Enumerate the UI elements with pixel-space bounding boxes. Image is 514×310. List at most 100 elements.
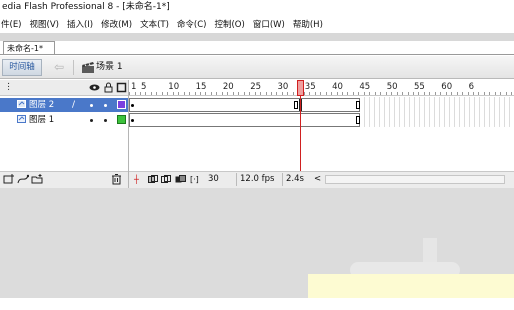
ruler-tick (134, 92, 136, 95)
menu-modify[interactable]: 修改(M) (101, 18, 132, 30)
add-motion-guide-icon[interactable] (17, 173, 30, 186)
scroll-left-arrow[interactable]: < (314, 173, 321, 186)
playhead[interactable] (297, 80, 304, 96)
ruler-tick (139, 92, 141, 95)
keyframe[interactable] (131, 119, 134, 122)
empty-frame-grid[interactable] (360, 97, 514, 127)
ruler-tick (271, 92, 272, 95)
ruler-tick (336, 92, 338, 95)
ruler-tick (473, 92, 474, 95)
ruler-tick (374, 92, 376, 95)
menu-control[interactable]: 控制(O) (214, 18, 244, 30)
ruler-tick (243, 92, 245, 95)
lock-dot[interactable] (104, 104, 107, 107)
menu-insert[interactable]: 插入(I) (67, 18, 93, 30)
clapperboard-icon (81, 61, 95, 74)
keyframe[interactable] (131, 104, 134, 107)
horizontal-scrollbar[interactable] (325, 175, 505, 184)
ruler-tick (227, 92, 229, 95)
ruler-tick (331, 92, 332, 95)
layer-color-swatch[interactable] (117, 115, 126, 124)
ruler-tick (172, 92, 174, 95)
ruler-tick (363, 92, 365, 95)
menu-file[interactable]: 件(E) (1, 18, 22, 30)
eye-icon[interactable] (89, 82, 100, 93)
layer-list-empty (0, 128, 128, 171)
visibility-dot[interactable] (90, 104, 93, 107)
ruler-tick (347, 92, 349, 95)
stage-canvas[interactable] (308, 274, 514, 298)
ruler-tick (216, 92, 218, 95)
ruler-tick (434, 92, 436, 95)
ruler-tick (309, 92, 311, 95)
frame-rate[interactable]: 12.0 fps (236, 173, 279, 186)
stage-bottom-edge (0, 298, 514, 310)
ruler-label: 45 (359, 82, 371, 92)
arrow-left-icon[interactable]: ⇦ (51, 58, 67, 76)
ruler-tick (494, 92, 496, 95)
layer-name[interactable]: 图层 2 (29, 98, 54, 112)
ruler-tick (467, 92, 469, 95)
ruler-tick (358, 92, 360, 95)
menu-help[interactable]: 帮助(H) (293, 18, 323, 30)
insert-folder-icon[interactable] (31, 173, 43, 186)
visibility-dot[interactable] (90, 119, 93, 122)
pencil-icon: / (72, 100, 76, 110)
ruler-label: 6 (468, 82, 475, 92)
menu-window[interactable]: 窗口(W) (253, 18, 285, 30)
layer-row-1[interactable]: 图层 1 (0, 113, 128, 127)
timeline-toggle-button[interactable]: 时间轴 (2, 59, 42, 76)
ruler-tick (145, 92, 147, 95)
frame-span[interactable] (129, 113, 360, 127)
center-frame-icon[interactable]: ┼ (134, 174, 139, 185)
ruler-label: 25 (250, 82, 262, 92)
ruler-tick (396, 92, 398, 95)
onion-skin-icon[interactable] (148, 174, 159, 185)
ruler-tick (412, 92, 414, 95)
ruler-tick (249, 92, 251, 95)
ruler-tick (341, 92, 343, 95)
frame-span[interactable] (129, 98, 360, 112)
layer-name[interactable]: 图层 1 (29, 113, 54, 127)
end-frame-marker[interactable] (294, 101, 298, 109)
edit-multiple-icon[interactable] (175, 174, 186, 185)
ruler-tick (281, 92, 283, 95)
document-tab-strip (0, 33, 514, 41)
menu-view[interactable]: 视图(V) (30, 18, 59, 30)
ruler-tick (423, 92, 425, 95)
frame-ruler[interactable]: 1 5 10 15 20 25 30 35 40 45 50 55 60 6 (129, 80, 514, 96)
layer-icon (17, 114, 27, 124)
timeline-options-icon[interactable]: ⋮ (3, 82, 14, 93)
ruler-tick (129, 92, 130, 95)
menu-text[interactable]: 文本(T) (140, 18, 169, 30)
onion-outline-icon[interactable] (161, 174, 172, 185)
ruler-tick (205, 92, 207, 95)
lock-dot[interactable] (104, 119, 107, 122)
document-tab[interactable]: 未命名-1* (3, 41, 55, 55)
onion-markers-icon[interactable]: [·] (190, 174, 199, 185)
menu-commands[interactable]: 命令(C) (177, 18, 207, 30)
layer-color-swatch[interactable] (117, 100, 126, 109)
ruler-tick (238, 92, 240, 95)
stage-shape[interactable] (423, 238, 437, 264)
ruler-tick (391, 92, 393, 95)
ruler-label: 1 (131, 82, 137, 92)
ruler-tick (462, 92, 464, 95)
ruler-label: 50 (386, 82, 398, 92)
elapsed-time: 2.4s (282, 173, 309, 186)
end-frame-marker[interactable] (356, 101, 360, 109)
lock-icon[interactable] (103, 82, 114, 93)
end-frame-marker[interactable] (356, 116, 360, 124)
ruler-tick (167, 92, 169, 95)
ruler-label: 15 (195, 82, 207, 92)
outline-square-icon[interactable] (116, 82, 127, 93)
scene-name[interactable]: 场景 1 (96, 61, 123, 74)
insert-layer-icon[interactable] (3, 173, 15, 186)
ruler-tick (369, 92, 371, 95)
ruler-tick (200, 92, 201, 95)
ruler-label: 10 (168, 82, 180, 92)
ruler-label: 5 (141, 82, 147, 92)
layer-row-2[interactable]: 图层 2 / (0, 98, 128, 112)
ruler-tick (178, 92, 180, 95)
trash-icon[interactable] (111, 173, 122, 186)
